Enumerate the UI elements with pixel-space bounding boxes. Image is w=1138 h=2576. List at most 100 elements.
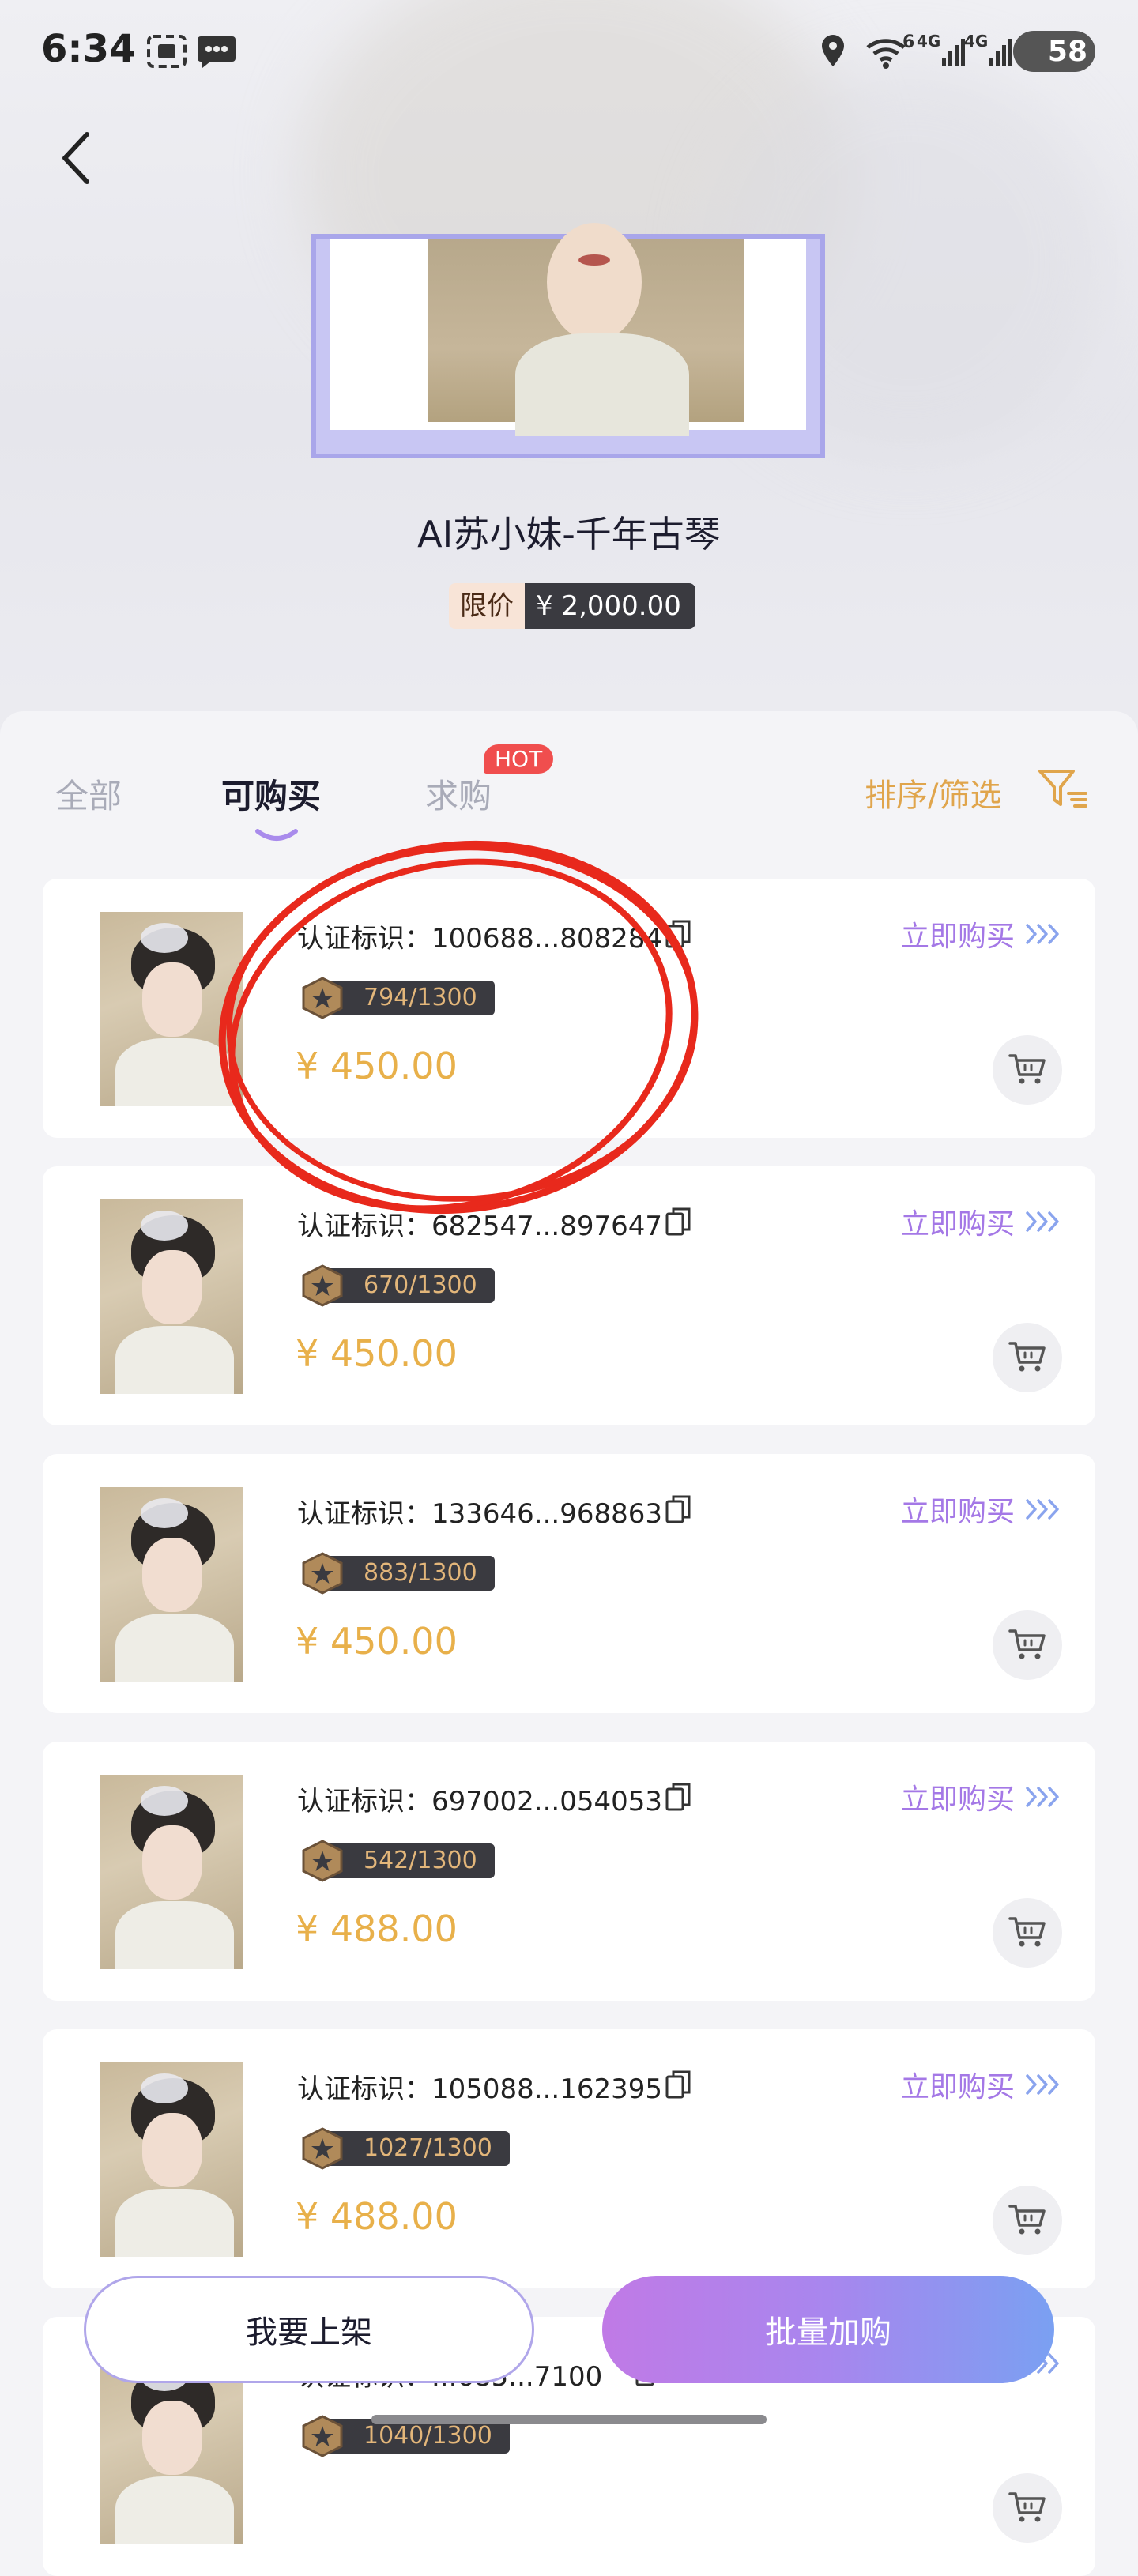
limit-price-tag: 限价 ¥ 2,000.00 [449, 583, 695, 629]
tab-buyable[interactable]: 可购买 [221, 770, 321, 818]
thumb-face [142, 2401, 202, 2475]
artwork-image [428, 223, 744, 436]
listing-card[interactable]: 认证标识：105088...162395 1027/1300 ¥ 488.00 … [43, 2029, 1095, 2288]
cart-icon [1008, 2205, 1046, 2235]
star-hexagon-icon [302, 1840, 343, 1882]
star-hexagon-icon [302, 2415, 343, 2457]
filter-icon[interactable] [1037, 766, 1089, 811]
cert-id-prefix: 认证标识： [297, 2073, 431, 2105]
thumb-robe [115, 2476, 234, 2544]
cert-id-value: 697002...054053 [431, 1786, 663, 1817]
copy-icon[interactable] [665, 920, 691, 948]
cart-icon [1008, 1342, 1046, 1372]
listing-price: ¥ 450.00 [296, 1332, 458, 1375]
artwork-lips [578, 254, 610, 266]
cart-icon [1008, 1629, 1046, 1659]
cert-id-prefix: 认证标识： [297, 1211, 431, 1242]
cert-id-prefix: 认证标识： [297, 1498, 431, 1530]
buy-now-link[interactable]: 立即购买 [901, 2064, 1061, 2105]
product-title: AI苏小妹-千年古琴 [417, 513, 721, 555]
cert-id-text: 认证标识：133646...968863 [297, 1492, 662, 1531]
battery-icon: 58 [1013, 31, 1095, 72]
listing-card[interactable]: 认证标识：682547...897647 670/1300 ¥ 450.00 立… [43, 1166, 1095, 1425]
star-hexagon-icon [302, 2127, 343, 2170]
copy-icon[interactable] [665, 1495, 691, 1523]
buy-now-label: 立即购买 [900, 1208, 1015, 1241]
add-to-cart-button[interactable] [993, 2473, 1062, 2543]
thumb-face [142, 962, 202, 1037]
limit-price-value: ¥ 2,000.00 [525, 583, 695, 629]
star-hexagon-icon [302, 977, 343, 1019]
network-label-2: 4G [964, 32, 989, 51]
thumb-hair-ornament [141, 923, 188, 953]
listing-price: ¥ 488.00 [296, 1908, 458, 1950]
artwork-canvas [330, 223, 806, 436]
listing-card[interactable]: 认证标识：697002...054053 542/1300 ¥ 488.00 立… [43, 1742, 1095, 2001]
status-time: 6:34 [41, 27, 136, 71]
screenshot-icon [145, 32, 188, 71]
buy-now-link[interactable]: 立即购买 [901, 1201, 1061, 1242]
battery-level: 58 [1047, 35, 1087, 68]
cart-icon [1008, 1917, 1046, 1947]
thumb-face [142, 1538, 202, 1612]
list-item-button[interactable]: 我要上架 [84, 2276, 534, 2383]
add-to-cart-button[interactable] [993, 1323, 1062, 1392]
network-label-1: 4G [917, 32, 941, 51]
triple-chevron-icon [1026, 2074, 1059, 2095]
serial-number: 1027/1300 [316, 2131, 510, 2166]
cert-id-text: 认证标识：105088...162395 [297, 2067, 662, 2106]
thumb-robe [115, 1614, 234, 1682]
buy-now-link[interactable]: 立即购买 [901, 1489, 1061, 1530]
status-bar: 6:34 6 4G 4G 58 [0, 0, 1138, 103]
buy-now-link[interactable]: 立即购买 [901, 1776, 1061, 1817]
tab-active-indicator [255, 829, 298, 841]
buy-now-link[interactable]: 立即购买 [901, 913, 1061, 955]
home-indicator[interactable] [371, 2415, 767, 2424]
listing-card[interactable]: 认证标识：133646...968863 883/1300 ¥ 450.00 立… [43, 1454, 1095, 1713]
thumb-robe [115, 1326, 234, 1394]
artwork-robe [515, 333, 689, 436]
thumb-hair-ornament [141, 2073, 188, 2103]
thumb-robe [115, 1901, 234, 1969]
cert-id-text: 认证标识：697002...054053 [297, 1779, 662, 1818]
listing-price: ¥ 450.00 [296, 1045, 458, 1087]
triple-chevron-icon [1026, 1211, 1059, 1232]
artwork-frame[interactable] [311, 223, 825, 458]
cert-id-value: 100688...808284 [431, 923, 663, 955]
add-to-cart-button[interactable] [993, 1610, 1062, 1680]
thumb-face [142, 1250, 202, 1324]
back-arrow-icon[interactable] [52, 126, 100, 190]
tab-wanted[interactable]: 求购 [425, 770, 492, 818]
buy-now-label: 立即购买 [900, 921, 1015, 953]
add-to-cart-button[interactable] [993, 1898, 1062, 1968]
thumb-hair-ornament [141, 1498, 188, 1528]
listing-thumbnail [100, 2062, 243, 2257]
thumb-face [142, 2113, 202, 2187]
cart-icon [1008, 1054, 1046, 1084]
cert-id-prefix: 认证标识： [297, 1786, 431, 1817]
location-icon [819, 32, 847, 71]
listing-thumbnail [100, 1199, 243, 1394]
cert-id-text: 认证标识：682547...897647 [297, 1204, 662, 1243]
buy-now-label: 立即购买 [900, 1496, 1015, 1528]
copy-icon[interactable] [665, 1207, 691, 1236]
thumb-face [142, 1825, 202, 1900]
cert-id-value: 682547...897647 [431, 1211, 663, 1242]
triple-chevron-icon [1026, 924, 1059, 944]
sort-filter-label[interactable]: 排序/筛选 [865, 770, 1001, 815]
copy-icon[interactable] [665, 2070, 691, 2099]
buy-now-label: 立即购买 [900, 2071, 1015, 2103]
add-to-cart-button[interactable] [993, 1035, 1062, 1105]
cert-id-text: 认证标识：100688...808284 [297, 917, 662, 955]
tab-all[interactable]: 全部 [55, 770, 122, 818]
copy-icon[interactable] [665, 1783, 691, 1811]
batch-add-button[interactable]: 批量加购 [602, 2276, 1054, 2383]
triple-chevron-icon [1026, 1787, 1059, 1807]
thumb-robe [115, 1038, 234, 1106]
signal-icon-1: 4G [917, 32, 966, 71]
add-to-cart-button[interactable] [993, 2186, 1062, 2255]
signal-icon-2: 4G [964, 32, 1013, 71]
listing-card[interactable]: 认证标识：100688...808284 794/1300 ¥ 450.00 立… [43, 879, 1095, 1138]
limit-price-label: 限价 [449, 583, 525, 629]
star-hexagon-icon [302, 1552, 343, 1595]
